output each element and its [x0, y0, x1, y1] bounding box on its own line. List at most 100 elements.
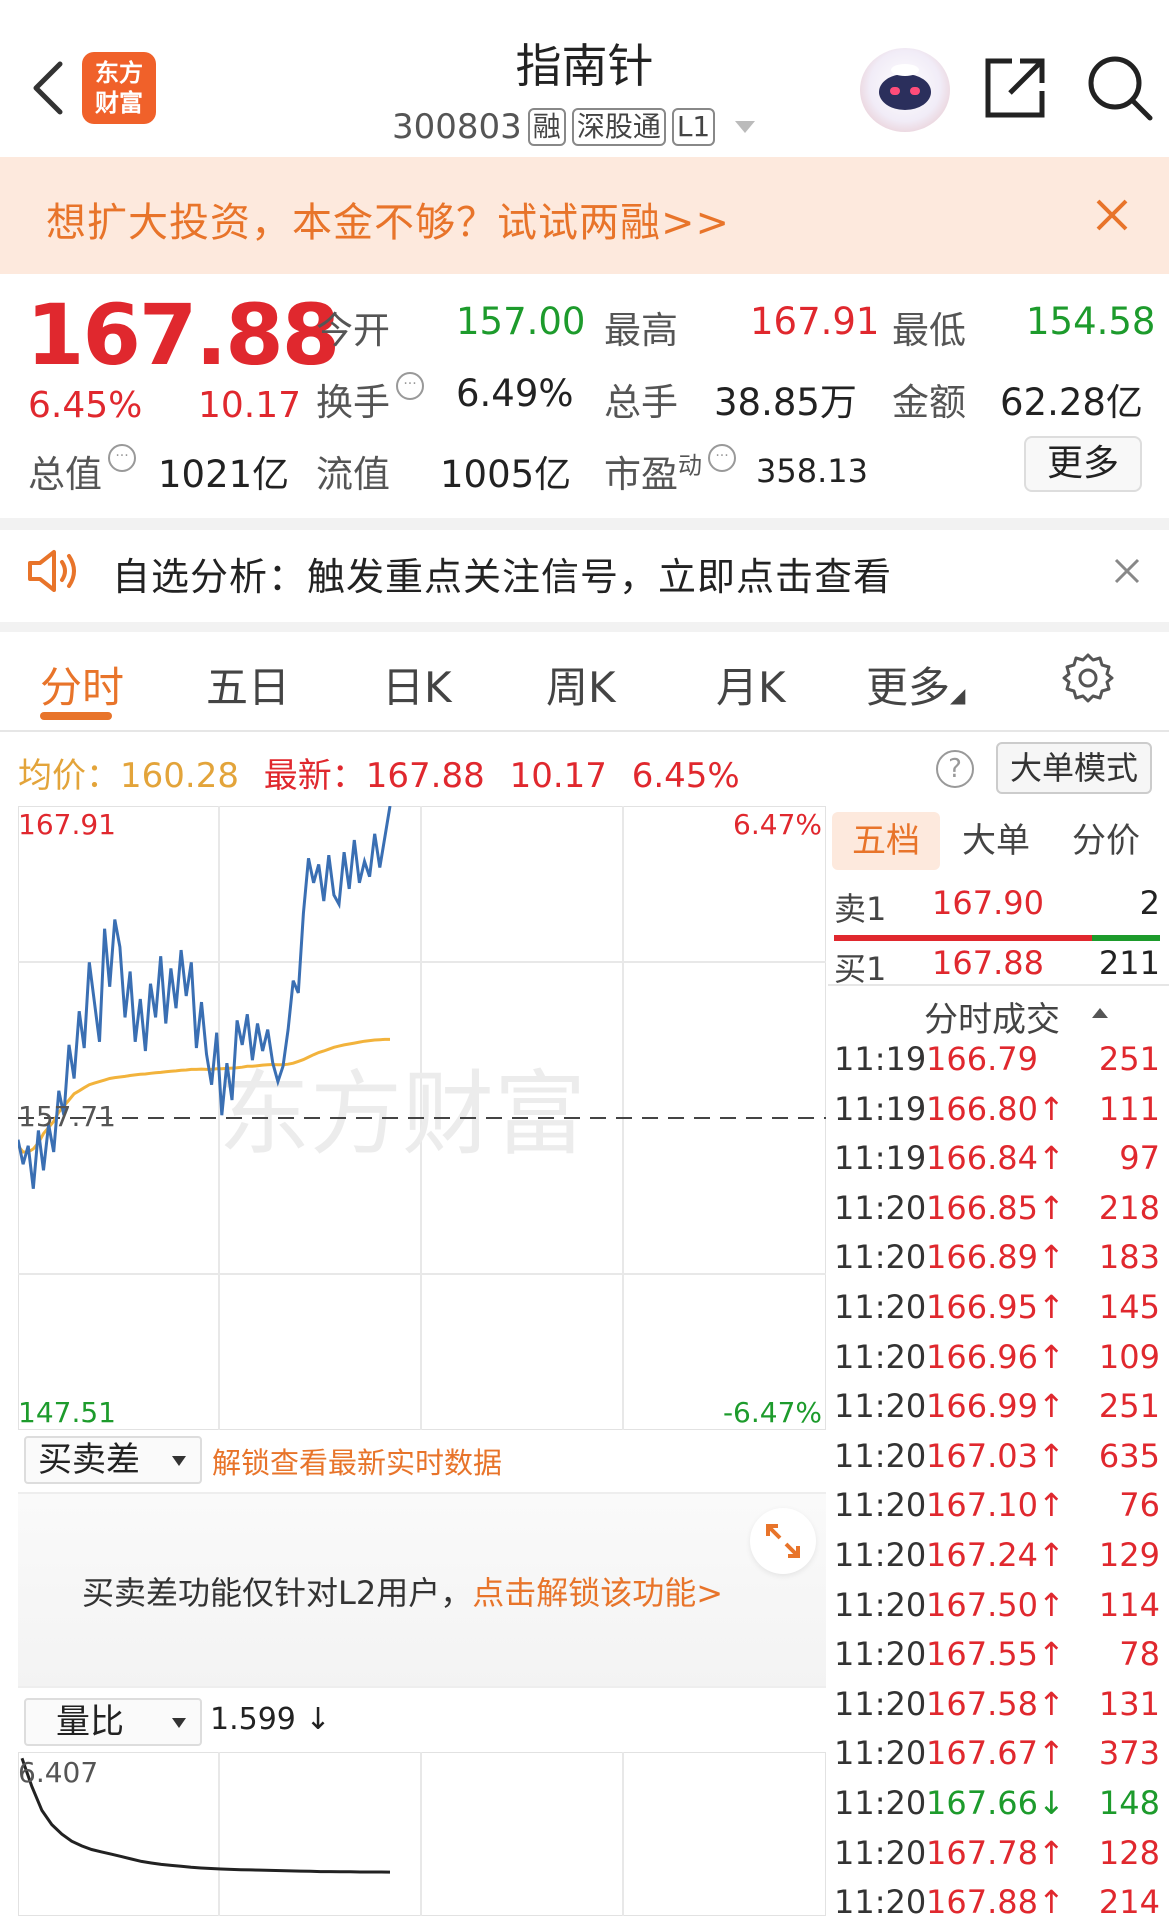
- market-cap-label[interactable]: 总值 ···: [28, 444, 136, 498]
- y-min-label: 147.51: [18, 1396, 116, 1429]
- tick-price: 166.79: [926, 1040, 1038, 1078]
- tab-price-distribution[interactable]: 分价: [1052, 812, 1160, 870]
- more-quote-button[interactable]: 更多: [1024, 436, 1142, 492]
- tag-shenzhen-connect: 深股通: [571, 108, 666, 146]
- chevron-down-icon: [735, 121, 756, 133]
- tick-volume: 145: [1098, 1288, 1160, 1326]
- volume-ratio-max-label: 6.407: [18, 1756, 98, 1789]
- search-icon[interactable]: [1084, 52, 1154, 122]
- tick-price: 166.96↑: [926, 1338, 1065, 1376]
- pe-label[interactable]: 市盈动 ···: [604, 444, 736, 498]
- info-icon[interactable]: ···: [396, 372, 424, 400]
- tick-time: 11:19: [834, 1090, 927, 1128]
- tab-weekly-k[interactable]: 周K: [546, 654, 616, 715]
- sell-strength-bar: [1092, 935, 1160, 941]
- close-icon[interactable]: [1092, 195, 1132, 235]
- tick-time: 11:20: [834, 1685, 927, 1723]
- low-label: 最低: [892, 309, 966, 352]
- amount-value: 62.28亿: [1000, 381, 1143, 424]
- pe-value: 358.13: [756, 452, 868, 490]
- tick-row: 11:19 166.84↑ 97: [834, 1139, 1160, 1189]
- tab-five-levels[interactable]: 五档: [832, 812, 940, 870]
- tick-row: 11:20 167.67↑ 373: [834, 1734, 1160, 1784]
- tick-price: 167.03↑: [926, 1437, 1065, 1475]
- volume-value: 38.85万: [714, 381, 857, 424]
- open-label: 今开: [316, 309, 390, 352]
- tick-price: 166.80↑: [926, 1090, 1065, 1128]
- indicator-select-bidask[interactable]: 买卖差: [24, 1436, 202, 1484]
- chart-watermark: 东方财富: [218, 1061, 586, 1168]
- tick-row: 11:20 166.96↑ 109: [834, 1338, 1160, 1388]
- market-cap-value: 1021亿: [158, 453, 290, 496]
- alert-text[interactable]: 自选分析：触发重点关注信号，立即点击查看: [112, 546, 892, 601]
- tick-volume: 76: [1119, 1486, 1160, 1524]
- ticks-header[interactable]: 分时成交: [924, 992, 1060, 1041]
- promo-text[interactable]: 想扩大投资，本金不够？试试两融>>: [46, 190, 730, 248]
- tick-volume: 183: [1098, 1238, 1160, 1276]
- unlock-link[interactable]: 解锁查看最新实时数据: [212, 1440, 502, 1482]
- help-icon[interactable]: ?: [936, 750, 974, 788]
- tick-time: 11:20: [834, 1635, 927, 1673]
- tick-time: 11:20: [834, 1734, 927, 1772]
- high-label: 最高: [604, 309, 678, 352]
- tab-more[interactable]: 更多◢: [866, 654, 965, 715]
- change-percent: 6.45%: [28, 385, 143, 426]
- tick-price: 167.24↑: [926, 1536, 1065, 1574]
- indicator-select-volume-ratio[interactable]: 量比: [24, 1698, 202, 1746]
- tick-row: 11:20 167.03↑ 635: [834, 1437, 1160, 1487]
- caret-down-icon: [172, 1718, 186, 1728]
- tick-price: 167.10↑: [926, 1486, 1065, 1524]
- tab-monthly-k[interactable]: 月K: [716, 654, 786, 715]
- tick-row: 11:20 167.24↑ 129: [834, 1536, 1160, 1586]
- divider: [0, 622, 1169, 632]
- info-icon[interactable]: ···: [708, 444, 736, 472]
- chart-tabs: 分时 五日 日K 周K 月K 更多◢: [0, 640, 1169, 730]
- tag-l1: L1: [671, 108, 716, 146]
- tab-intraday[interactable]: 分时: [40, 654, 124, 715]
- avg-price: 160.28: [120, 756, 239, 796]
- tab-five-day[interactable]: 五日: [206, 654, 290, 715]
- tick-row: 11:20 167.50↑ 114: [834, 1586, 1160, 1636]
- tick-row: 11:20 166.85↑ 218: [834, 1189, 1160, 1239]
- tick-price: 167.58↑: [926, 1685, 1065, 1723]
- stock-code: 300803: [392, 107, 522, 147]
- price-info-row: 均价：160.28 最新：167.88 10.17 6.45%: [18, 756, 740, 796]
- low-value: 154.58: [1026, 300, 1156, 343]
- buy-strength-bar: [834, 935, 1092, 941]
- pct-max-label: 6.47%: [733, 808, 822, 841]
- caret-down-icon: [172, 1456, 186, 1466]
- tick-row: 11:19 166.79 251: [834, 1040, 1160, 1090]
- divider: [0, 518, 1169, 530]
- tick-volume: 129: [1098, 1536, 1160, 1574]
- tick-volume: 373: [1098, 1734, 1160, 1772]
- unlock-feature-link[interactable]: 点击解锁该功能>: [472, 1574, 723, 1612]
- divider: [0, 730, 1169, 732]
- tab-daily-k[interactable]: 日K: [382, 654, 452, 715]
- close-icon[interactable]: [1112, 556, 1142, 586]
- turnover-label[interactable]: 换手 ···: [316, 372, 424, 426]
- tick-time: 11:20: [834, 1238, 927, 1276]
- gear-icon[interactable]: [1062, 652, 1114, 704]
- expand-icon[interactable]: [750, 1508, 816, 1574]
- tick-price: 167.55↑: [926, 1635, 1065, 1673]
- tab-big-orders[interactable]: 大单: [942, 812, 1050, 870]
- tick-row: 11:20 167.66↓ 148: [834, 1784, 1160, 1834]
- intraday-chart[interactable]: 东方财富 167.91 157.71 147.51 6.47% -6.47%: [18, 806, 826, 1430]
- volume-ratio-value: 1.599 ↓: [210, 1702, 331, 1737]
- tick-volume: 148: [1098, 1784, 1160, 1822]
- tick-time: 11:20: [834, 1834, 927, 1872]
- info-icon[interactable]: ···: [108, 444, 136, 472]
- tick-row: 11:20 167.88↑ 214: [834, 1883, 1160, 1916]
- share-icon[interactable]: [982, 55, 1048, 121]
- assistant-robot-icon[interactable]: [860, 48, 950, 132]
- stock-code-row[interactable]: 300803 融 深股通 L1: [392, 106, 756, 148]
- tick-price: 166.89↑: [926, 1238, 1065, 1276]
- bidask-message: 买卖差功能仅针对L2用户，点击解锁该功能>: [82, 1574, 724, 1612]
- tick-row: 11:20 166.99↑ 251: [834, 1387, 1160, 1437]
- tick-time: 11:20: [834, 1486, 927, 1524]
- big-order-mode-button[interactable]: 大单模式: [996, 742, 1152, 794]
- volume-ratio-chart[interactable]: 6.407: [18, 1752, 826, 1916]
- tick-price: 166.85↑: [926, 1189, 1065, 1227]
- tick-time: 11:20: [834, 1387, 927, 1425]
- amount-label: 金额: [892, 381, 966, 424]
